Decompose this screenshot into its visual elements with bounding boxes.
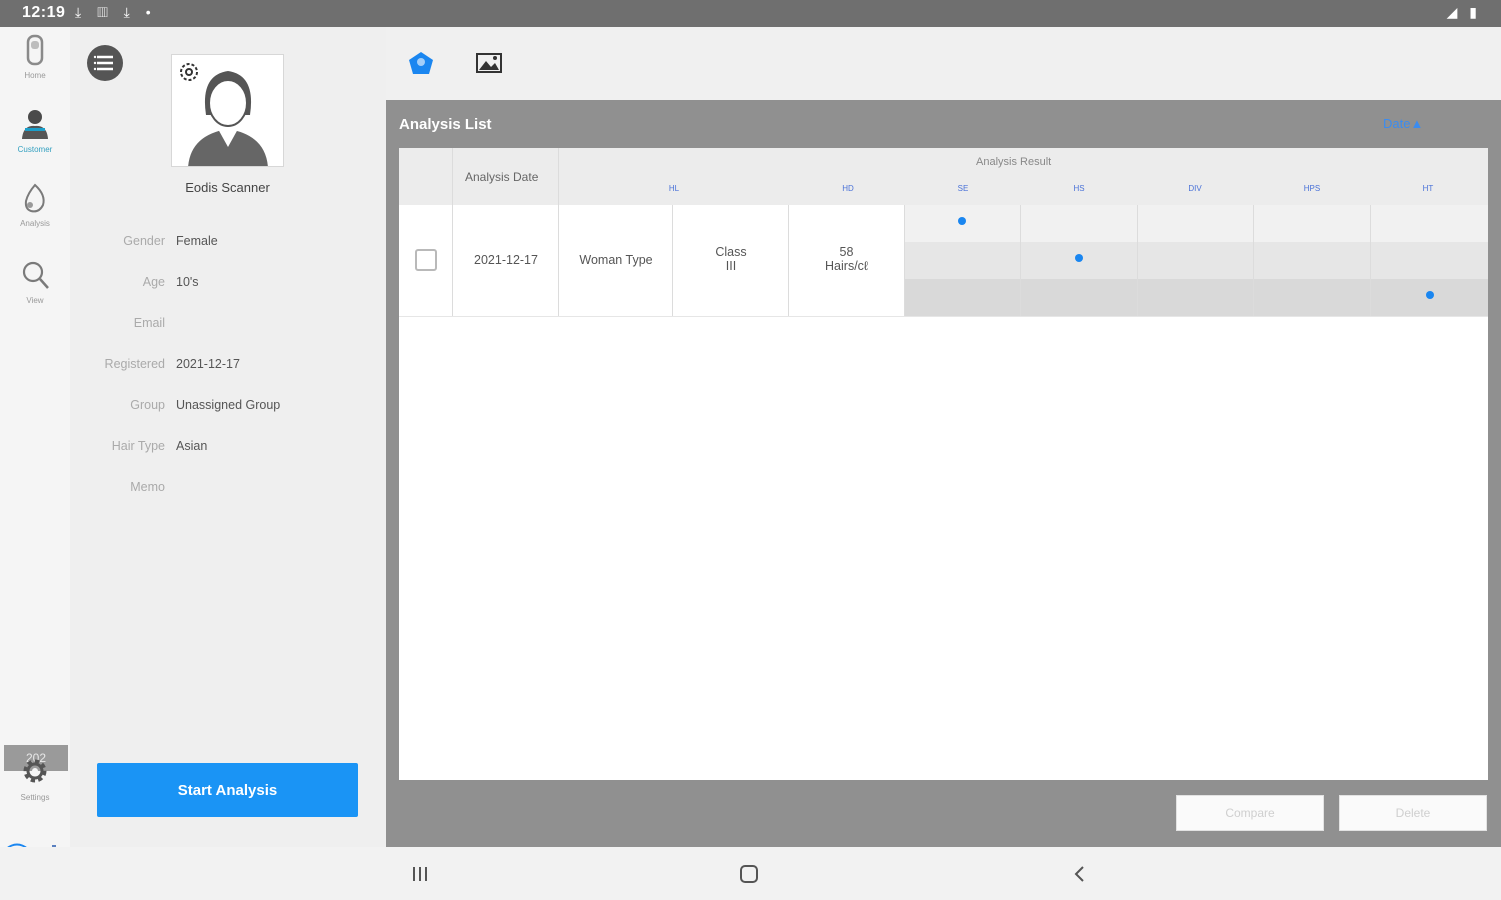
field-registered: Registered 2021-12-17 <box>90 357 390 375</box>
compare-button[interactable]: Compare <box>1176 795 1324 831</box>
result-dot <box>1425 290 1434 299</box>
rail-label-customer: Customer <box>17 145 53 154</box>
result-dot <box>958 216 967 225</box>
result-band-2 <box>904 242 1488 279</box>
back-icon[interactable] <box>1065 859 1095 889</box>
avatar-settings-icon[interactable] <box>178 61 200 83</box>
magnifier-icon <box>22 261 49 289</box>
home-icon[interactable] <box>734 859 764 889</box>
result-band-3 <box>904 279 1488 316</box>
gallery-icon[interactable] <box>474 48 504 78</box>
customer-list-icon[interactable] <box>406 48 436 78</box>
row-type: Woman Type <box>560 205 672 316</box>
header-metric: HD <box>842 184 854 193</box>
field-label: Hair Type <box>111 439 165 453</box>
gear-icon <box>23 759 47 783</box>
date-sort-toggle[interactable]: Date▲ <box>1383 116 1423 131</box>
rail-item-analysis[interactable]: Analysis <box>0 181 70 228</box>
row-class: Class III <box>674 245 788 285</box>
scanner-icon <box>26 34 44 66</box>
menu-button[interactable] <box>87 45 123 81</box>
field-label: Group <box>130 398 165 412</box>
row-density: 58 Hairs/cℓ <box>790 245 903 285</box>
nav-rail: Home Customer Analysis View 202 Settings <box>0 27 70 863</box>
field-age: Age 10's <box>90 275 390 293</box>
row-class-label: Class <box>715 245 747 259</box>
row-checkbox[interactable] <box>415 249 437 271</box>
header-metric: HT <box>1422 184 1434 193</box>
rail-item-customer[interactable]: Customer <box>0 107 70 154</box>
table-header: Analysis Date Analysis Result HL HD SE H… <box>399 148 1488 205</box>
field-hair-type: Hair Type Asian <box>90 439 390 457</box>
field-label: Email <box>133 316 165 330</box>
row-date: 2021-12-17 <box>454 205 558 316</box>
row-density-unit: Hairs/cℓ <box>825 259 868 273</box>
avatar[interactable] <box>171 54 284 167</box>
status-time: 12:19 <box>22 4 66 21</box>
list-icon <box>93 55 113 71</box>
analysis-table: Analysis Date Analysis Result HL HD SE H… <box>399 148 1488 780</box>
field-value: Asian <box>176 439 208 453</box>
analysis-list-panel: Analysis List Date▲ Analysis Date Analys… <box>386 100 1501 847</box>
header-metric: HS <box>1073 184 1085 193</box>
rail-item-home[interactable]: Home <box>0 33 70 80</box>
rail-label-analysis: Analysis <box>20 219 50 228</box>
field-value: 2021-12-17 <box>176 357 240 371</box>
customer-icon <box>22 110 48 139</box>
field-label: Age <box>142 275 165 289</box>
customer-name: Eodis Scanner <box>185 180 270 195</box>
rail-label-home: Home <box>24 71 46 80</box>
customer-profile: Eodis Scanner Gender Female Age 10's Ema… <box>70 27 386 847</box>
row-density-value: 58 <box>839 245 854 259</box>
header-metric: DIV <box>1188 184 1202 193</box>
status-bar: 12:19 ⤓ ▥ ⤓ • ◢ ▮ <box>0 0 1501 27</box>
row-class-value: III <box>725 259 737 273</box>
field-label: Gender <box>123 234 165 248</box>
header-metric: SE <box>957 184 969 193</box>
field-label: Registered <box>104 357 165 371</box>
header-analysis-date: Analysis Date <box>465 170 539 184</box>
header-metric: HL <box>668 184 680 193</box>
rail-label-view: View <box>26 296 44 305</box>
system-nav-bar <box>0 847 1501 900</box>
rail-item-settings[interactable]: Settings <box>0 755 70 802</box>
field-value: Female <box>176 234 218 248</box>
start-analysis-button[interactable]: Start Analysis <box>97 763 358 817</box>
field-value: Unassigned Group <box>176 398 281 412</box>
rail-label-settings: Settings <box>20 793 50 802</box>
field-label: Memo <box>130 480 165 494</box>
panel-title: Analysis List <box>399 116 492 133</box>
delete-button[interactable]: Delete <box>1339 795 1487 831</box>
recent-apps-icon[interactable] <box>405 859 435 889</box>
notification-icons: ⤓ ▥ ⤓ • <box>75 4 157 20</box>
field-group: Group Unassigned Group <box>90 398 390 416</box>
result-dot <box>1075 253 1084 262</box>
header-analysis-result: Analysis Result <box>976 156 1052 168</box>
field-value: 10's <box>176 275 199 289</box>
system-icons: ◢ ▮ <box>1446 4 1481 20</box>
field-memo: Memo <box>90 480 390 498</box>
rail-item-view[interactable]: View <box>0 258 70 305</box>
analysis-icon <box>24 183 45 213</box>
header-metric: HPS <box>1303 184 1321 193</box>
result-band-1 <box>904 205 1488 242</box>
field-gender: Gender Female <box>90 234 390 252</box>
field-email: Email <box>90 316 390 334</box>
